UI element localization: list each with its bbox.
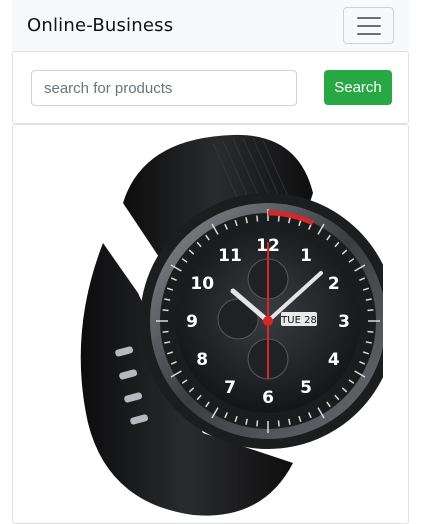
hamburger-menu-icon <box>356 16 381 19</box>
product-image[interactable]: 121234567891011 TUE 28 <box>63 133 383 517</box>
navbar-brand[interactable]: Online-Business <box>27 15 173 36</box>
navbar: Online-Business <box>12 0 409 51</box>
dial-numeral: 3 <box>338 312 350 332</box>
dial-numeral: 1 <box>300 246 312 266</box>
product-card: 12 1 2 3 4 5 6 7 8 9 10 11 TUE 28 <box>12 124 409 524</box>
dial-numeral: 6 <box>262 388 274 408</box>
dial-numeral: 2 <box>328 274 340 294</box>
search-card: Search <box>12 51 409 124</box>
dial-numeral: 8 <box>196 350 208 370</box>
dial-numeral: 7 <box>224 378 236 398</box>
navbar-toggler-button[interactable] <box>343 7 394 44</box>
dial-numeral: 5 <box>300 378 312 398</box>
dial-numeral: 10 <box>190 274 214 294</box>
dial-numeral: 9 <box>186 312 198 332</box>
dial-numeral: 11 <box>218 246 242 266</box>
dial-numeral: 4 <box>328 350 340 370</box>
search-input[interactable] <box>31 70 297 106</box>
search-button[interactable]: Search <box>324 70 392 105</box>
date-window-text: TUE 28 <box>280 315 317 326</box>
